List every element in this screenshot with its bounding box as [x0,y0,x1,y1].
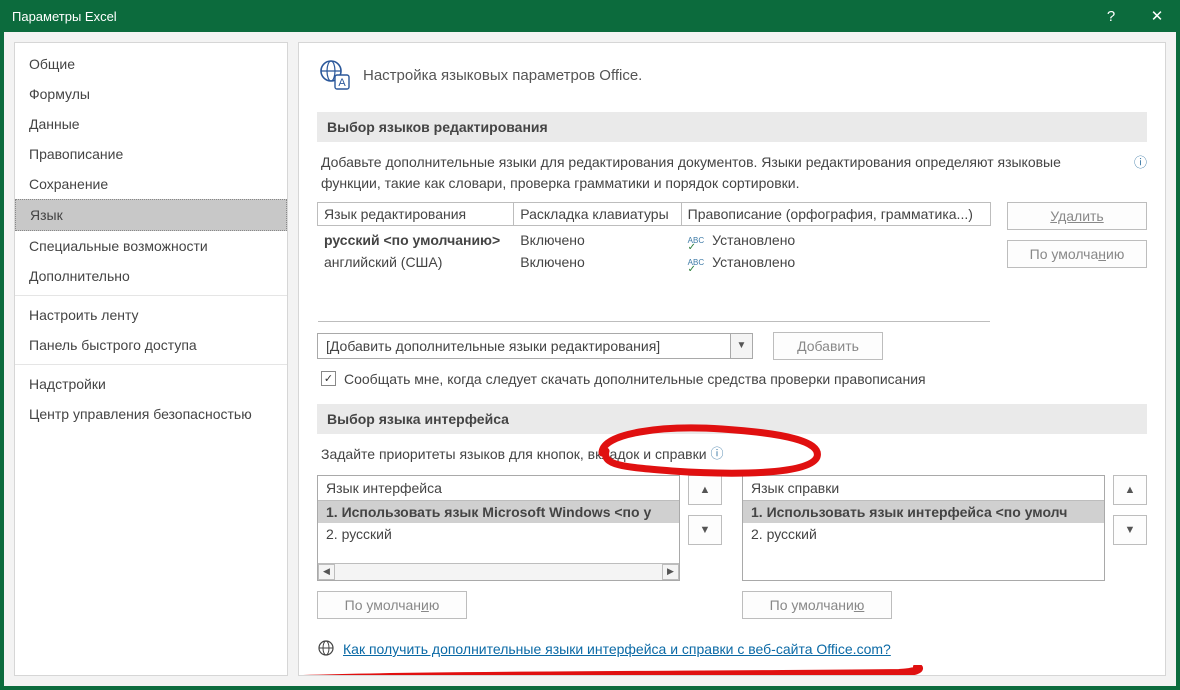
ui-description: Задайте приоритеты языков для кнопок, вк… [321,446,707,462]
sidebar-item[interactable]: Данные [15,109,287,139]
svg-text:A: A [338,77,346,89]
sidebar-item[interactable]: Правописание [15,139,287,169]
editing-description: Добавьте дополнительные языки для редакт… [317,152,1118,194]
info-icon[interactable]: ⓘ [710,446,723,461]
col-language[interactable]: Язык редактирования [318,203,514,226]
window-title: Параметры Excel [12,9,117,24]
notify-checkbox-row[interactable]: ✓ Сообщать мне, когда следует скачать до… [317,368,1147,390]
sidebar-item[interactable]: Настроить ленту [15,300,287,330]
sidebar: ОбщиеФормулыДанныеПравописаниеСохранение… [14,42,288,676]
display-default-button[interactable]: По умолчанию [317,591,467,619]
titlebar: Параметры Excel ? ✕ [0,0,1180,32]
list-item[interactable]: 1. Использовать язык Microsoft Windows <… [318,501,679,523]
table-row[interactable]: русский <по умолчанию>ВключеноABCУстанов… [318,226,991,252]
remove-button[interactable]: Удалить [1007,202,1147,230]
move-down-button[interactable]: ▼ [1113,515,1147,545]
notify-checkbox-label: Сообщать мне, когда следует скачать допо… [344,371,926,387]
move-up-button[interactable]: ▲ [688,475,722,505]
sidebar-item[interactable]: Центр управления безопасностью [15,399,287,429]
scroll-right-icon[interactable]: ▶ [662,564,679,580]
sidebar-item[interactable]: Надстройки [15,369,287,399]
sidebar-item[interactable]: Специальные возможности [15,231,287,261]
page-title: Настройка языковых параметров Office. [363,67,642,84]
scroll-left-icon[interactable]: ◀ [318,564,335,580]
section-ui-header: Выбор языка интерфейса [317,404,1147,434]
move-up-button[interactable]: ▲ [1113,475,1147,505]
add-button[interactable]: Добавить [773,332,883,360]
dropdown-text: [Добавить дополнительные языки редактиро… [318,338,730,354]
list-item[interactable]: 2. русский [318,523,679,545]
section-editing-header: Выбор языков редактирования [317,112,1147,142]
move-down-button[interactable]: ▼ [688,515,722,545]
info-icon[interactable]: ⓘ [1134,152,1147,171]
display-language-header: Язык интерфейса [318,476,679,501]
display-language-listbox[interactable]: Язык интерфейса 1. Использовать язык Mic… [317,475,680,581]
add-language-dropdown[interactable]: [Добавить дополнительные языки редактиро… [317,333,753,359]
spellcheck-icon: ABC [688,259,704,266]
set-default-button[interactable]: По умолчанию [1007,240,1147,268]
get-more-languages-link[interactable]: Как получить дополнительные языки интерф… [343,641,891,657]
col-spelling[interactable]: Правописание (орфография, грамматика...) [681,203,990,226]
sidebar-item[interactable]: Формулы [15,79,287,109]
sidebar-item[interactable]: Сохранение [15,169,287,199]
spellcheck-icon: ABC [688,237,704,244]
sidebar-item[interactable]: Общие [15,49,287,79]
col-layout[interactable]: Раскладка клавиатуры [514,203,681,226]
list-item[interactable]: 2. русский [743,523,1104,545]
list-item[interactable]: 1. Использовать язык интерфейса <по умол… [743,501,1104,523]
close-button[interactable]: ✕ [1134,0,1180,32]
sidebar-item[interactable]: Язык [15,199,287,231]
chevron-down-icon: ▼ [730,334,752,358]
sidebar-item[interactable]: Панель быстрого доступа [15,330,287,360]
help-language-header: Язык справки [743,476,1104,501]
globe-language-icon: A [317,57,351,94]
main-panel: A Настройка языковых параметров Office. … [298,42,1166,676]
globe-icon [317,639,335,660]
sidebar-item[interactable]: Дополнительно [15,261,287,291]
editing-languages-table[interactable]: Язык редактирования Раскладка клавиатуры… [317,202,991,322]
annotation-underline [299,665,939,676]
help-language-listbox[interactable]: Язык справки 1. Использовать язык интерф… [742,475,1105,581]
help-button[interactable]: ? [1088,0,1134,32]
table-row[interactable]: английский (США)ВключеноABCУстановлено [318,251,991,273]
checkbox-icon: ✓ [321,371,336,386]
help-default-button[interactable]: По умолчанию [742,591,892,619]
